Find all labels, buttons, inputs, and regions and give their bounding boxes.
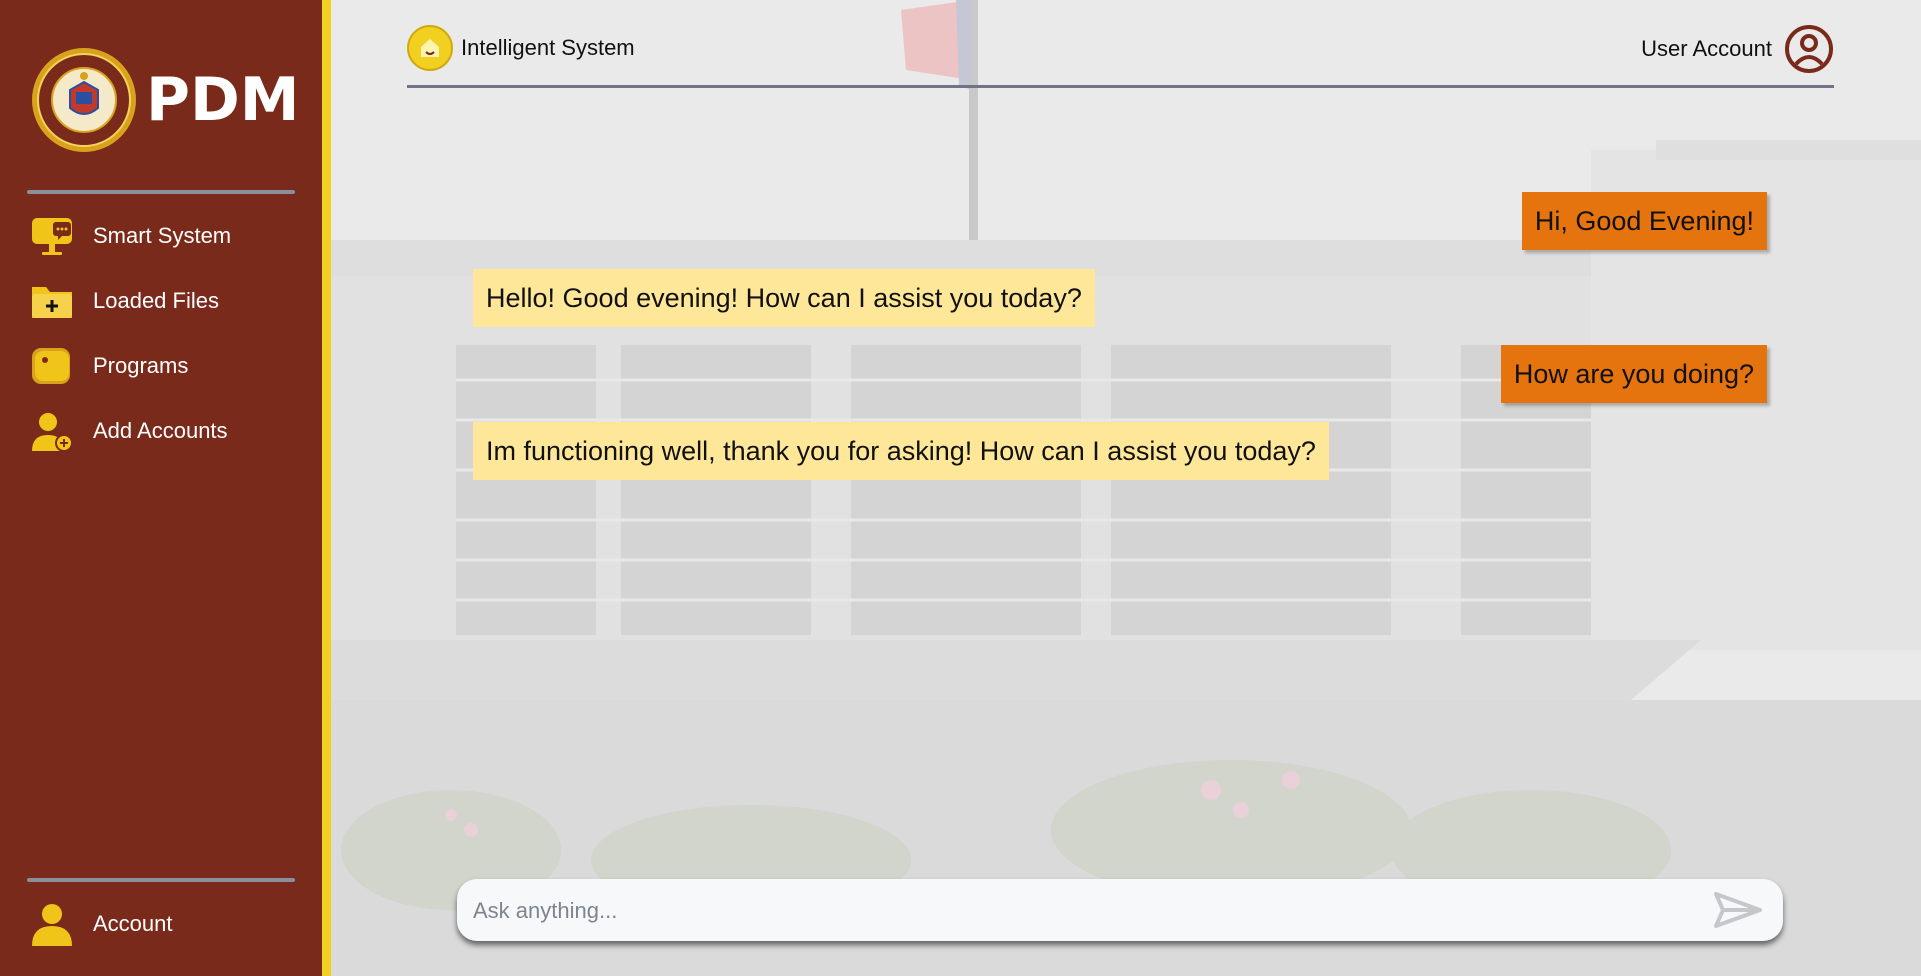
chat-input[interactable] — [471, 887, 1675, 935]
programs-icon — [30, 344, 74, 388]
main-panel: Intelligent System User Account Hi, Good… — [331, 0, 1921, 976]
user-message: Hi, Good Evening! — [1521, 192, 1767, 250]
system-logo-icon — [407, 25, 453, 71]
add-user-icon — [30, 409, 74, 453]
sidebar-item-add-accounts[interactable]: Add Accounts — [30, 403, 310, 459]
background-building-photo — [331, 0, 1921, 976]
user-icon — [30, 902, 74, 946]
sidebar-item-label: Add Accounts — [93, 418, 228, 443]
sidebar-item-account[interactable]: Account — [30, 896, 310, 952]
logo-row: PDM — [30, 46, 300, 154]
top-bar: Intelligent System User Account — [407, 22, 1834, 88]
user-account-icon — [1785, 25, 1833, 73]
bot-message: Im functioning well, thank you for askin… — [473, 422, 1329, 480]
sidebar-item-programs[interactable]: Programs — [30, 338, 310, 394]
system-title: Intelligent System — [407, 25, 635, 71]
folder-plus-icon — [30, 279, 74, 323]
sidebar-item-label: Smart System — [93, 223, 232, 248]
sidebar-item-smart-system[interactable]: Smart System — [30, 208, 310, 264]
top-bar-underline — [407, 85, 1834, 88]
sidebar-item-label: Programs — [93, 353, 189, 378]
sidebar: PDM Smart System Loaded Files Programs A… — [0, 0, 331, 976]
chat-monitor-icon — [30, 214, 74, 258]
chat-input-bar — [457, 879, 1783, 941]
sidebar-divider — [27, 190, 295, 194]
pdm-seal-logo — [32, 48, 136, 152]
sidebar-divider-bottom — [27, 878, 295, 882]
brand-title: PDM — [146, 65, 300, 135]
sidebar-item-label: Loaded Files — [93, 288, 219, 313]
sidebar-item-label: Account — [93, 911, 173, 936]
system-title-label: Intelligent System — [461, 35, 635, 60]
user-account-label: User Account — [1641, 36, 1772, 61]
send-icon[interactable] — [1713, 891, 1763, 929]
user-message: How are you doing? — [1500, 345, 1767, 403]
bot-message: Hello! Good evening! How can I assist yo… — [473, 269, 1095, 327]
user-account-button[interactable]: User Account — [1641, 24, 1834, 74]
sidebar-item-loaded-files[interactable]: Loaded Files — [30, 273, 310, 329]
